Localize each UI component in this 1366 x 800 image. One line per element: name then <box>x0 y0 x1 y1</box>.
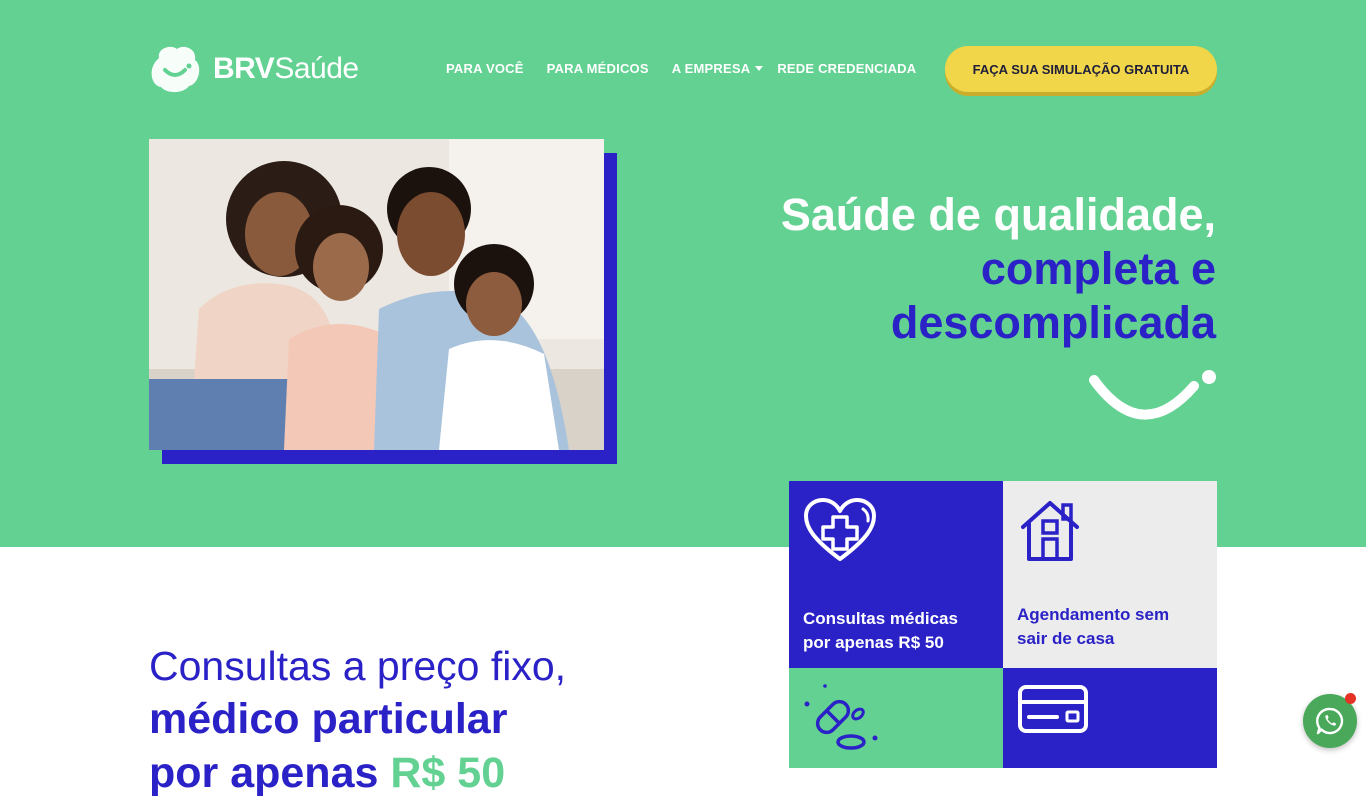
credit-card-icon <box>1018 685 1088 733</box>
house-icon <box>1021 501 1079 561</box>
feature-tile-cartao[interactable] <box>1003 668 1217 768</box>
main-nav: PARA VOCÊ PARA MÉDICOS A EMPRESA REDE CR… <box>446 61 916 76</box>
pricing-line-3: por apenas R$ 50 <box>149 749 506 797</box>
headline-line-2: completa e <box>980 243 1216 294</box>
nav-item-rede-credenciada[interactable]: REDE CREDENCIADA <box>777 61 916 76</box>
family-illustration <box>149 139 604 450</box>
heart-cross-icon <box>804 498 876 561</box>
whatsapp-icon <box>1316 707 1344 735</box>
smile-cloud-icon <box>151 46 200 93</box>
pricing-headline: Consultas a preço fixo, médico particula… <box>149 640 566 800</box>
brand-name: BRVSaúde <box>213 52 359 85</box>
smile-icon <box>1089 370 1216 420</box>
family-photo <box>149 139 604 450</box>
feature-tile-consultas[interactable]: Consultas médicas por apenas R$ 50 <box>789 481 1003 668</box>
feature-label-consultas: Consultas médicas por apenas R$ 50 <box>803 609 958 652</box>
simulation-cta-button[interactable]: FAÇA SUA SIMULAÇÃO GRATUITA <box>945 46 1217 92</box>
nav-item-para-voce[interactable]: PARA VOCÊ <box>446 61 524 76</box>
price-highlight: R$ 50 <box>390 749 506 797</box>
brand-logo[interactable]: BRVSaúde <box>149 44 359 94</box>
notification-dot <box>1345 693 1356 704</box>
feature-tile-agendamento[interactable]: Agendamento sem sair de casa <box>1003 481 1217 668</box>
headline-line-3: descomplicada <box>890 297 1216 348</box>
nav-item-para-medicos[interactable]: PARA MÉDICOS <box>547 61 649 76</box>
feature-label-agendamento: Agendamento sem sair de casa <box>1017 605 1170 648</box>
feature-tile-remedios[interactable] <box>789 668 1003 768</box>
pills-icon <box>804 684 878 750</box>
pricing-line-1: Consultas a preço fixo, <box>149 643 567 689</box>
chevron-down-icon <box>755 66 764 71</box>
nav-item-a-empresa[interactable]: A EMPRESA <box>672 61 764 76</box>
headline-line-1: Saúde de qualidade, <box>780 189 1216 240</box>
hero-headline: Saúde de qualidade, completa e descompli… <box>781 188 1216 350</box>
nav-item-a-empresa-label: A EMPRESA <box>671 61 751 76</box>
pricing-line-2: médico particular <box>149 695 508 743</box>
